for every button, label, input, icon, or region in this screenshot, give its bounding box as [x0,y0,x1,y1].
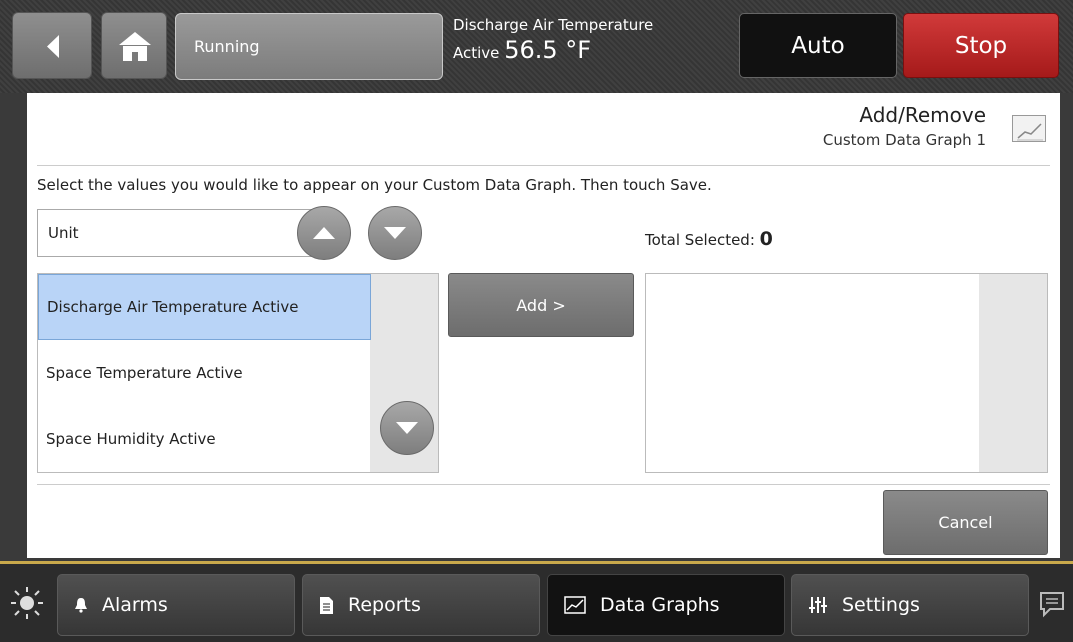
chevron-up-icon [313,227,335,239]
total-selected: Total Selected: 0 [645,228,773,250]
list-item[interactable]: Space Humidity Active [38,406,371,472]
category-up-button[interactable] [297,206,351,260]
selected-list-scrollbar[interactable] [979,274,1047,472]
home-button[interactable] [101,12,167,79]
divider [37,165,1050,166]
bell-icon [74,597,88,613]
cancel-button[interactable]: Cancel [883,490,1048,555]
category-down-button[interactable] [368,206,422,260]
back-arrow-icon [47,35,59,58]
chevron-down-icon [396,422,418,434]
list-item[interactable]: Space Temperature Active [38,340,371,406]
tab-reports[interactable]: Reports [302,574,540,636]
point-value: 56.5 °F [504,36,592,64]
total-selected-count: 0 [759,228,773,250]
list-item-label: Space Humidity Active [46,430,216,448]
divider [37,484,1050,485]
stop-button[interactable]: Stop [903,13,1059,78]
add-button[interactable]: Add > [448,273,634,337]
total-selected-label: Total Selected: [645,231,760,249]
list-scroll-down-button[interactable] [380,401,434,455]
tab-settings[interactable]: Settings [791,574,1029,636]
point-label: Discharge Air Temperature [453,16,654,34]
list-item-label: Discharge Air Temperature Active [47,298,299,316]
list-item-label: Space Temperature Active [46,364,243,382]
tab-data-graphs[interactable]: Data Graphs [547,574,785,636]
unit-status-box[interactable]: Running [175,13,443,80]
chevron-down-icon [384,227,406,239]
tab-alarms[interactable]: Alarms [57,574,295,636]
document-icon [319,596,334,615]
add-label: Add > [516,295,566,315]
sliders-icon [808,596,828,614]
line-graph-icon [1012,115,1046,142]
selected-values-list[interactable] [645,273,1048,473]
instructions-text: Select the values you would like to appe… [37,176,712,194]
back-button[interactable] [12,12,92,79]
cancel-label: Cancel [938,513,993,532]
tab-label: Data Graphs [600,594,720,616]
point-readout: Discharge Air Temperature Active 56.5 °F [453,16,653,64]
tab-label: Settings [842,594,920,616]
panel-title: Add/Remove Custom Data Graph 1 [823,103,986,149]
unit-status-text: Running [194,37,260,56]
list-item[interactable]: Discharge Air Temperature Active [38,274,371,340]
available-values-list[interactable]: Discharge Air Temperature Active Space T… [37,273,439,473]
panel-subtitle: Custom Data Graph 1 [822,131,986,149]
auto-button[interactable]: Auto [739,13,897,78]
main-panel: Add/Remove Custom Data Graph 1 Select th… [27,93,1060,558]
brightness-icon[interactable] [10,586,44,620]
tab-label: Alarms [102,594,168,616]
top-bar: Running Discharge Air Temperature Active… [0,0,1073,93]
point-state: Active [453,44,500,62]
stop-label: Stop [954,32,1008,59]
auto-label: Auto [791,32,845,59]
home-icon [119,32,151,61]
panel-title-text: Add/Remove [859,103,986,127]
tab-label: Reports [348,594,421,616]
graph-icon [564,596,586,614]
chat-icon[interactable] [1038,590,1066,618]
category-value: Unit [48,224,79,242]
category-field[interactable]: Unit [37,209,313,257]
bottom-nav: Alarms Reports Data Graphs Settings [0,564,1073,642]
